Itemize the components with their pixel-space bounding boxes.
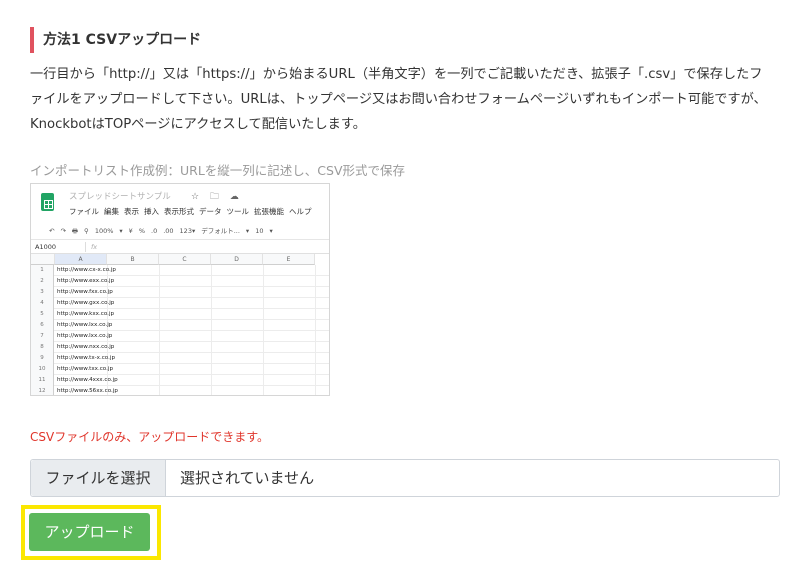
cell-reference: A1000 — [35, 243, 56, 251]
cell-url: http://www.gxx.co.jp — [57, 300, 115, 306]
sheet-toolbar-item: 123▾ — [179, 227, 196, 235]
sheet-row: 4 http://www.gxx.co.jp — [31, 298, 329, 309]
sheet-menu-bar: ファイル 編集 表示 挿入 表示形式 データ ツール 拡張機能 ヘルプ — [69, 206, 317, 217]
sheet-row: 8 http://www.nxx.co.jp — [31, 342, 329, 353]
sheet-menu-item: 編集 — [104, 207, 119, 216]
column-header: A — [55, 254, 107, 265]
column-header: C — [159, 254, 211, 265]
sheet-toolbar-item: デフォルト... — [201, 227, 240, 235]
row-number: 7 — [31, 331, 54, 342]
sheet-menu-item: ファイル — [69, 207, 99, 216]
sheet-menu-item: ヘルプ — [289, 207, 312, 216]
column-header: E — [263, 254, 315, 265]
sheet-doc-title: スプレッドシートサンプル — [69, 192, 171, 202]
sheet-toolbar: ↶ ↷ 🖶 ⚲ 100% ▾ ¥% .0 .00 123▾ デフォルト... ▾ 10 ▾ — [31, 222, 329, 240]
sheet-row: 3 http://www.fxx.co.jp — [31, 287, 329, 298]
spreadsheet-example-image: スプレッドシートサンプル ☆ 🗀 ☁ ファイル 編集 表示 挿入 表示形式 データ ツール拡… — [30, 183, 330, 396]
sheet-toolbar-item: 100% — [94, 227, 114, 235]
sheet-row: 9 http://www.tx-x.co.jp — [31, 353, 329, 364]
sheet-formula-bar: A1000 fx — [31, 240, 329, 254]
sheet-header: スプレッドシートサンプル ☆ 🗀 ☁ ファイル 編集 表示 挿入 表示形式 データ ツール拡… — [31, 184, 329, 222]
column-header: D — [211, 254, 263, 265]
row-number: 2 — [31, 276, 54, 287]
cell-url: http://www.nxx.co.jp — [57, 344, 115, 350]
row-number: 4 — [31, 298, 54, 309]
sheet-menu-item: 拡張機能 — [254, 207, 284, 216]
cell-url: http://www.exx.co.jp — [57, 278, 115, 284]
sheet-toolbar-item: % — [138, 227, 145, 235]
column-header: B — [107, 254, 159, 265]
sheet-row: 11 http://www.4xxx.co.jp — [31, 375, 329, 386]
row-number: 10 — [31, 364, 54, 375]
section-description: 一行目から「http://」又は「https://」から始まるURL（半角文字）… — [30, 67, 767, 132]
cell-url: http://www.cx-x.co.jp — [57, 267, 116, 273]
csv-only-warning: CSVファイルのみ、アップロードできます。 — [30, 430, 270, 444]
sheet-toolbar-item: .00 — [163, 227, 174, 235]
sheet-toolbar-item: ¥ — [128, 227, 133, 235]
sheet-menu-item: ツール — [226, 207, 250, 216]
file-status-text: 選択されていません — [180, 469, 315, 487]
row-number: 12 — [31, 386, 54, 395]
sheet-toolbar-item: ↷ — [60, 227, 66, 235]
upload-button[interactable]: アップロード — [29, 513, 150, 551]
sheet-toolbar-item: 10 — [255, 227, 264, 235]
row-number: 3 — [31, 287, 54, 298]
sheet-title-icons: ☆ 🗀 ☁ — [191, 192, 243, 202]
sheet-row: 6 http://www.lxx.co.jp — [31, 320, 329, 331]
fx-icon: fx — [91, 243, 98, 251]
sheet-toolbar-item: 🖶 — [71, 227, 79, 235]
row-number: 11 — [31, 375, 54, 386]
sheets-logo-icon — [41, 193, 54, 211]
sheet-toolbar-item: ▾ — [245, 227, 250, 235]
cell-url: http://www.lxx.co.jp — [57, 333, 113, 339]
section-title: 方法1 CSVアップロード — [30, 27, 201, 53]
choose-file-button[interactable]: ファイルを選択 — [31, 460, 166, 496]
sheet-row: 1 http://www.cx-x.co.jp — [31, 265, 329, 276]
cell-url: http://www.4xxx.co.jp — [57, 377, 118, 383]
cell-url: http://www.lxx.co.jp — [57, 322, 113, 328]
cell-url: http://www.kxx.co.jp — [57, 311, 115, 317]
example-caption: インポートリスト作成例：URLを縦一列に記述し、CSV形式で保存 — [30, 163, 406, 178]
sheet-toolbar-item: ⚲ — [84, 227, 89, 235]
sheet-row: 10 http://www.txx.co.jp — [31, 364, 329, 375]
sheet-menu-item: 表示形式 — [164, 207, 194, 216]
sheet-menu-item: 挿入 — [144, 207, 159, 216]
row-number: 8 — [31, 342, 54, 353]
cell-url: http://www.fxx.co.jp — [57, 289, 113, 295]
sheet-menu-item: データ — [199, 207, 222, 216]
sheet-row: 12 http://www.56xx.co.jp — [31, 386, 329, 395]
sheet-row: 2 http://www.exx.co.jp — [31, 276, 329, 287]
sheet-menu-item: 表示 — [124, 207, 139, 216]
sheet-toolbar-item: ▾ — [119, 227, 123, 235]
grid-corner — [31, 254, 55, 265]
cell-url: http://www.tx-x.co.jp — [57, 355, 116, 361]
file-input[interactable]: ファイルを選択 選択されていません — [30, 459, 780, 497]
sheet-toolbar-item: .0 — [151, 227, 158, 235]
row-number: 9 — [31, 353, 54, 364]
cell-url: http://www.56xx.co.jp — [57, 388, 118, 394]
row-number: 1 — [31, 265, 54, 276]
sheet-grid: A B C D E 1 http://www.cx-x.co.jp 2 http://www.e… — [31, 254, 329, 395]
sheet-toolbar-item: ▾ — [269, 227, 273, 235]
row-number: 5 — [31, 309, 54, 320]
cell-url: http://www.txx.co.jp — [57, 366, 113, 372]
sheet-toolbar-item: ↶ — [49, 227, 55, 235]
row-number: 6 — [31, 320, 54, 331]
formula-separator — [85, 242, 86, 252]
sheet-row: 7 http://www.lxx.co.jp — [31, 331, 329, 342]
sheet-row: 5 http://www.kxx.co.jp — [31, 309, 329, 320]
